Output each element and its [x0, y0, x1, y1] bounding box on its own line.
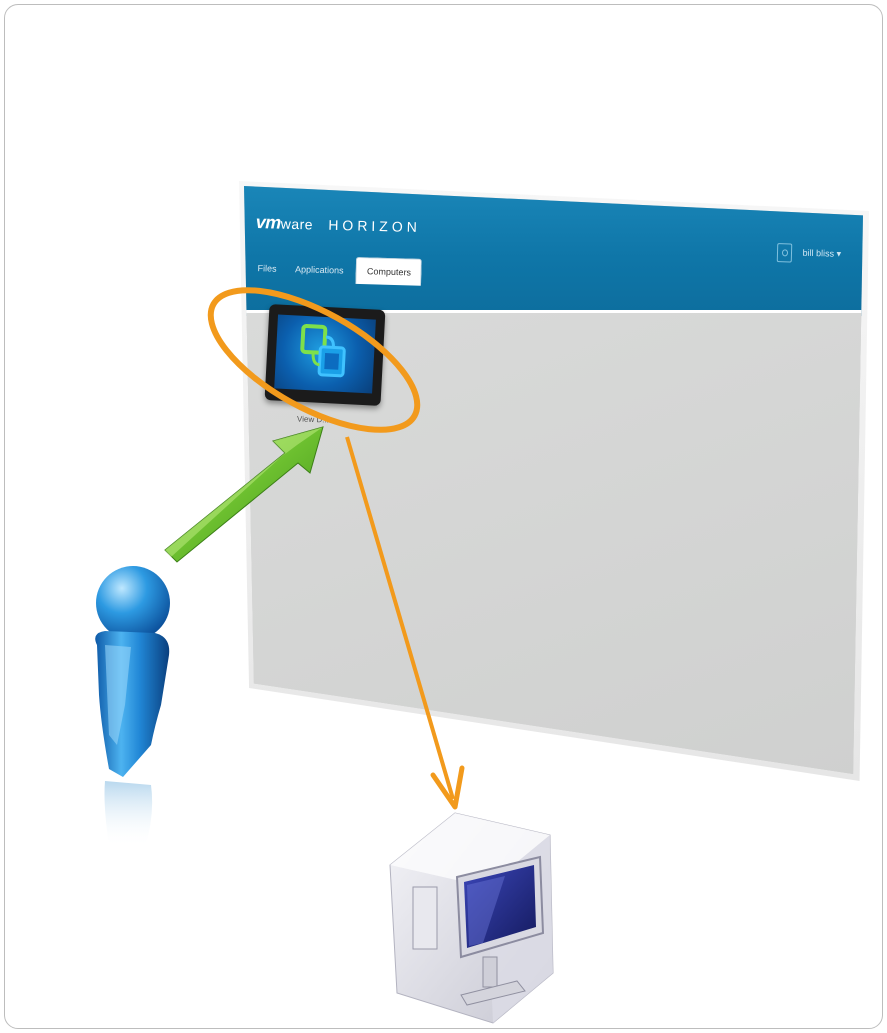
slide-canvas: vmware HORIZON Files Applications Comput… [4, 4, 883, 1029]
diagram-overlay [95, 287, 554, 1024]
connection-arrow [345, 436, 465, 810]
access-arrow [164, 426, 324, 563]
highlight-ellipse [207, 287, 421, 433]
desktop-pc-icon [389, 812, 554, 1024]
person-icon [95, 566, 170, 847]
